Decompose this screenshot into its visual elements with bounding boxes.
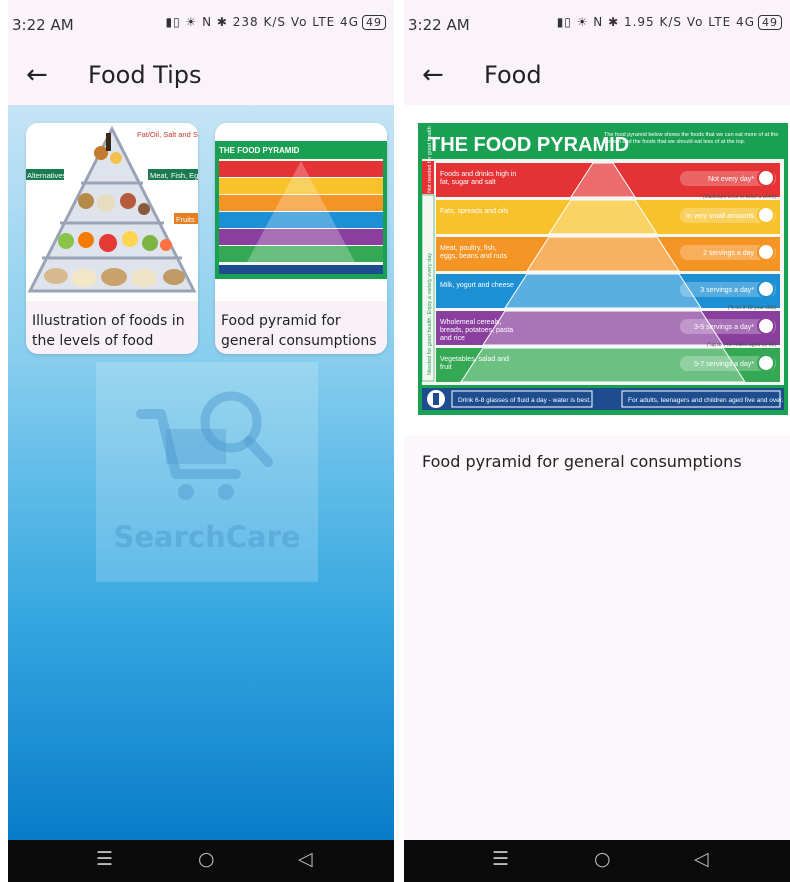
recent-apps-icon[interactable]: ☰ [492,848,509,870]
plate-icon [757,169,775,187]
thumb-label: Fat/Oil, Salt and Sugar [137,130,198,139]
pyramid-level-note: (Maximum once or twice a week) [703,194,776,200]
poster-side-label: Needed for good health. Enjoy a variety … [427,251,433,375]
food-detail-screen: 3:22 AM ▮▯ ☀ N ✱ 1.95 K/S Vo LTE 4G 49 ← … [404,0,790,882]
food-tip-card[interactable]: Fat/Oil, Salt and Sugar Alternatives Mea… [26,123,198,354]
system-back-icon[interactable]: ◁ [298,848,313,870]
pyramid-level-serving: 3-5 servings a day* [694,324,754,331]
poster-title: THE FOOD PYRAMID [428,134,629,156]
pyramid-level-name: Fats, spreads and oils [440,208,509,215]
home-icon[interactable]: ○ [594,848,611,870]
food-pyramid-image: THE FOOD PYRAMID The food pyramid below … [404,105,790,435]
pyramid-level-note: (*up to 7 for males aged 19-50) [707,342,777,348]
plate-icon [757,206,775,224]
system-nav-bar: ☰ ○ ◁ [8,840,394,882]
poster-intro: The food pyramid below shows the foods t… [604,132,779,145]
poster-thumb-title: THE FOOD PYRAMID [219,146,300,155]
watermark-brand: SearchCare [113,520,301,554]
status-icons: ▮▯ ☀ N ✱ 1.95 K/S Vo LTE 4G 49 [557,15,782,30]
pyramid-level-serving: 2 servings a day [703,250,754,257]
pyramid-level-serving: Not every day* [708,176,754,183]
pyramid-illustration-image: Fat/Oil, Salt and Sugar Alternatives Mea… [26,123,198,301]
food-tip-card[interactable]: THE FOOD PYRAMID Food pyramid for genera… [215,123,387,354]
home-icon[interactable]: ○ [198,848,215,870]
system-back-icon[interactable]: ◁ [694,848,709,870]
pyramid-level-name: Milk, yogurt and cheese [440,282,514,289]
tips-list: SearchCare Fat/Oil, Salt and Sugar Alter… [8,105,394,840]
poster-footer-left: Drink 6-8 glasses of fluid a day - water… [458,397,591,404]
back-arrow-icon[interactable]: ← [422,60,444,90]
status-bar: 3:22 AM ▮▯ ☀ N ✱ 238 K/S Vo LTE 4G 49 [8,0,394,50]
pyramid-level-note: (*5 for 9-18 year olds) [728,305,777,311]
card-caption: Illustration of foods in the levels of f… [32,313,185,354]
thumb-label: Meat, Fish, Egg [150,171,198,180]
food-tips-screen: 3:22 AM ▮▯ ☀ N ✱ 238 K/S Vo LTE 4G 49 ← F… [8,0,394,882]
status-time: 3:22 AM [12,16,74,34]
back-arrow-icon[interactable]: ← [26,60,48,90]
cart-search-icon [136,391,273,500]
recent-apps-icon[interactable]: ☰ [96,848,113,870]
plate-icon [757,280,775,298]
status-bar: 3:22 AM ▮▯ ☀ N ✱ 1.95 K/S Vo LTE 4G 49 [404,0,790,50]
status-time: 3:22 AM [408,16,470,34]
pyramid-tier [526,236,680,272]
pyramid-level-serving: 3 servings a day* [700,287,754,294]
plate-icon [757,243,775,261]
thumb-label: Alternatives [27,171,66,180]
pyramid-tier [504,273,702,309]
plate-icon [757,354,775,372]
battery-icon: 49 [758,15,782,30]
poster-footer-right: For adults, teenagers and children aged … [628,397,784,404]
plate-icon [757,317,775,335]
page-title: Food [484,61,542,89]
food-pyramid-poster-thumbnail: THE FOOD PYRAMID [215,123,387,301]
status-icons: ▮▯ ☀ N ✱ 238 K/S Vo LTE 4G 49 [166,15,386,30]
poster-side-label: Not needed for good health [427,126,433,193]
battery-icon: 49 [362,15,386,30]
pyramid-level-serving: In very small amounts [686,213,755,220]
app-bar: ← Food [404,50,790,105]
system-nav-bar: ☰ ○ ◁ [404,840,790,882]
thumb-label: Fruits [176,215,195,224]
detail-caption: Food pyramid for general consumptions [422,452,742,471]
food-pyramid-poster: THE FOOD PYRAMID The food pyramid below … [418,123,788,415]
searchcare-watermark: SearchCare [96,362,318,582]
app-bar: ← Food Tips [8,50,394,105]
pyramid-level-serving: 5-7 servings a day* [694,361,754,368]
card-caption: Food pyramid for general consumptions [221,313,377,349]
page-title: Food Tips [88,61,202,89]
